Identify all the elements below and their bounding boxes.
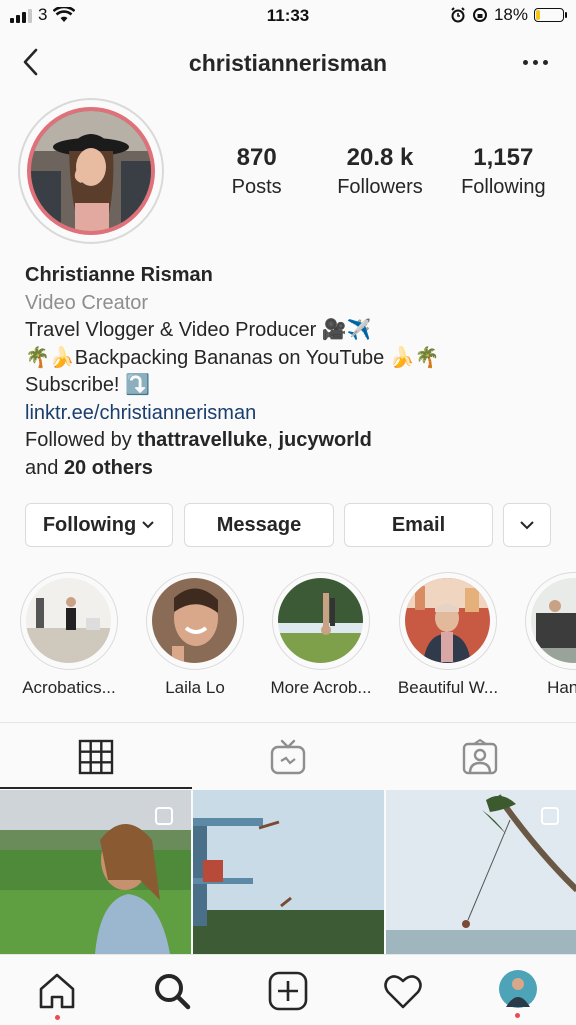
profile-name: Christianne Risman (25, 264, 213, 286)
following-value: 1,157 (473, 144, 534, 171)
highlight-cover (278, 578, 363, 663)
highlight-ring (399, 572, 497, 670)
battery-fill (536, 10, 541, 20)
email-button[interactable]: Email (344, 503, 493, 547)
nav-create-post[interactable] (266, 969, 310, 1013)
battery-icon (534, 8, 567, 22)
heart-icon (384, 975, 422, 1009)
bio-line: Travel Vlogger & Video Producer 🎥✈️ (25, 319, 372, 341)
followed-user: thattravelluke (137, 429, 268, 451)
highlight-label: More Acrob... (270, 678, 372, 697)
profile-stats: 870 Posts 20.8 k Followers 1,157 Followi… (195, 144, 565, 199)
highlight-cover (26, 578, 111, 663)
tab-igtv[interactable] (192, 723, 384, 789)
followers-count[interactable]: 20.8 k Followers (318, 144, 441, 199)
following-count[interactable]: 1,157 Following (442, 144, 565, 199)
story-highlights: Acrobatics... Laila Lo More Acrob... Bea… (0, 572, 576, 702)
grid-icon (78, 739, 114, 775)
followed-by[interactable]: Followed by thattravelluke, jucyworld (25, 427, 555, 455)
post-thumbnail[interactable] (386, 790, 576, 954)
posts-grid (0, 790, 576, 954)
nav-search[interactable] (150, 969, 194, 1013)
profile-actions: Following Message Email (25, 503, 551, 547)
highlight-ring (20, 572, 118, 670)
bottom-navigation (0, 954, 576, 1025)
profile-link[interactable]: linktr.ee/christiannerisman (25, 400, 555, 428)
highlight-cover (152, 578, 237, 663)
following-label: Following (461, 176, 546, 198)
suggested-accounts-button[interactable] (503, 503, 551, 547)
highlight-item[interactable]: Laila Lo (133, 572, 257, 698)
chevron-down-icon (142, 521, 154, 529)
message-button-label: Message (216, 513, 302, 536)
posts-count[interactable]: 870 Posts (195, 144, 318, 199)
post-thumbnail[interactable] (0, 790, 191, 954)
following-button[interactable]: Following (25, 503, 173, 547)
highlight-item[interactable]: More Acrob... (259, 572, 383, 698)
tagged-icon (462, 739, 498, 775)
status-right: 18% (450, 5, 567, 25)
profile-category: Video Creator (25, 291, 149, 314)
more-options-button[interactable] (523, 60, 548, 65)
highlight-ring (272, 572, 370, 670)
username-title: christiannerisman (188, 50, 388, 76)
notification-dot (55, 1015, 60, 1020)
profile-avatar[interactable] (27, 107, 155, 235)
highlight-item[interactable]: Acrobatics... (7, 572, 131, 698)
highlight-label: Handst (547, 678, 576, 697)
profile-avatar (499, 970, 537, 1008)
bio-line: 🌴🍌Backpacking Bananas on YouTube 🍌🌴 (25, 346, 440, 369)
highlight-label: Beautiful W... (397, 678, 499, 697)
email-button-label: Email (391, 513, 446, 536)
highlight-label: Laila Lo (165, 678, 225, 697)
nav-profile[interactable] (498, 969, 542, 1018)
rotation-lock-icon (472, 8, 487, 22)
search-icon (155, 974, 191, 1010)
nav-home[interactable] (35, 969, 79, 1020)
more-icon (523, 60, 528, 65)
followed-others: 20 others (63, 456, 153, 479)
battery-percent: 18% (493, 5, 528, 24)
followed-user: jucyworld (278, 429, 372, 451)
tab-posts-grid[interactable] (0, 723, 192, 789)
highlight-item[interactable]: Handst (512, 572, 576, 698)
status-bar: 3 11:33 18% (0, 0, 576, 34)
profile-header: christiannerisman (0, 36, 576, 92)
nav-activity[interactable] (381, 969, 425, 1013)
home-icon (39, 973, 75, 1009)
highlight-ring (525, 572, 576, 670)
profile-bio: Christianne Risman Video Creator Travel … (25, 262, 555, 482)
highlight-cover (405, 578, 490, 663)
profile-avatar-ring[interactable] (18, 98, 164, 244)
followed-and: and (25, 456, 64, 479)
notification-dot (515, 1013, 520, 1018)
followed-by-prefix: Followed by (25, 429, 138, 451)
profile-tabs (0, 722, 576, 789)
followers-label: Followers (337, 176, 423, 198)
following-button-label: Following (42, 513, 137, 536)
profile-photo (31, 111, 151, 231)
message-button[interactable]: Message (184, 503, 334, 547)
post-thumbnail[interactable] (193, 790, 384, 954)
posts-label: Posts (231, 176, 282, 198)
chevron-down-icon (520, 521, 534, 530)
followers-value: 20.8 k (346, 144, 414, 171)
alarm-icon (451, 7, 465, 23)
add-post-icon (268, 971, 308, 1011)
bio-line: Subscribe! ⤵️ (25, 374, 150, 396)
tab-tagged[interactable] (384, 723, 576, 789)
posts-value: 870 (236, 144, 277, 171)
highlight-label: Acrobatics... (22, 678, 116, 697)
highlight-item[interactable]: Beautiful W... (386, 572, 510, 698)
followed-sep: , (267, 429, 279, 451)
followed-by-others[interactable]: and 20 others (25, 455, 555, 483)
igtv-icon (270, 739, 306, 775)
highlight-ring (146, 572, 244, 670)
highlight-cover (531, 578, 576, 663)
